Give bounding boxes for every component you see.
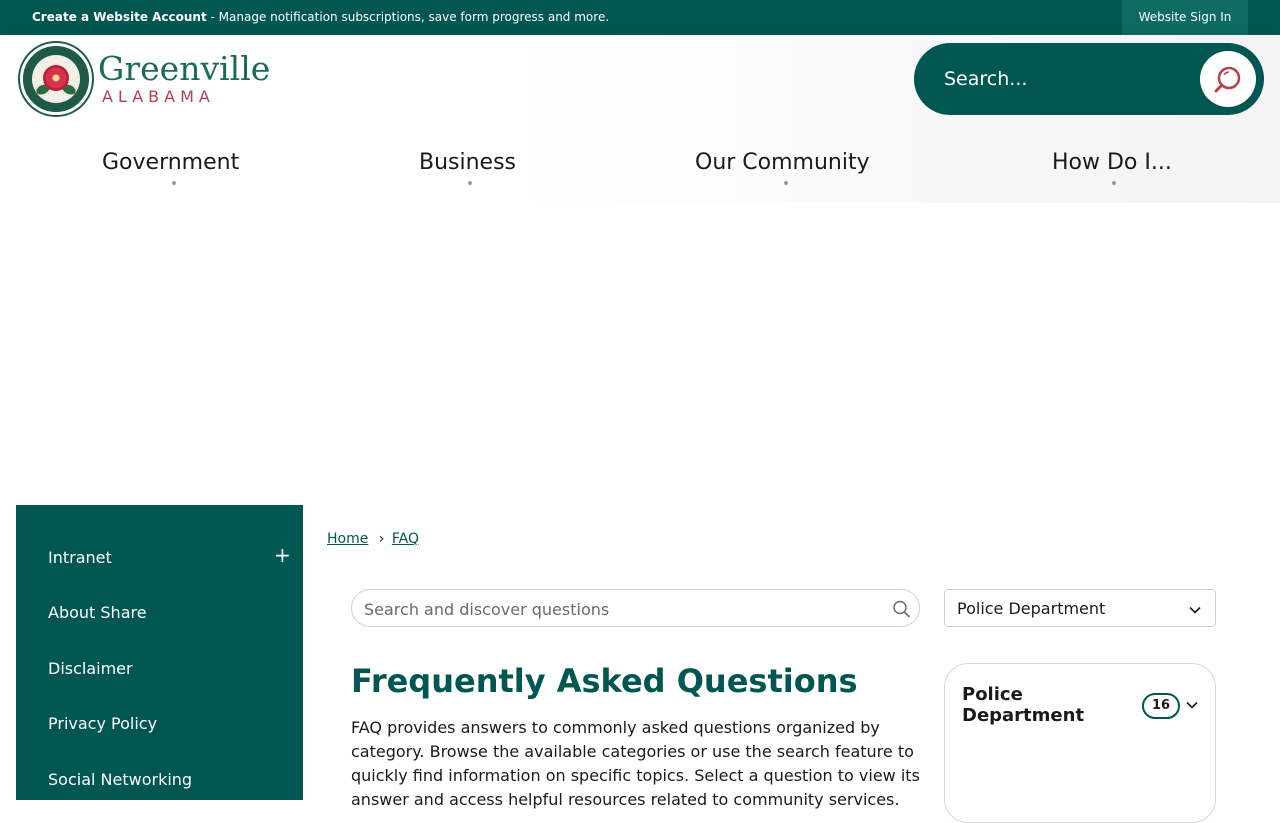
- search-icon[interactable]: [891, 599, 911, 619]
- nav-business-indicator: [468, 181, 472, 185]
- site-search: [914, 43, 1264, 115]
- website-sign-in-button[interactable]: Website Sign In: [1122, 0, 1248, 35]
- sidebar-item-intranet[interactable]: Intranet: [48, 548, 112, 567]
- nav-how-do-i-indicator: [1112, 181, 1116, 185]
- nav-how-do-i[interactable]: How Do I...: [1052, 150, 1172, 185]
- sidebar-item-about-share[interactable]: About Share: [48, 603, 147, 622]
- nav-business[interactable]: Business: [419, 150, 517, 185]
- faq-category-select[interactable]: Police Department: [944, 589, 1216, 627]
- faq-category-selected: Police Department: [957, 599, 1106, 618]
- breadcrumb: Home › FAQ: [327, 531, 419, 547]
- category-question-count-badge: 16: [1142, 693, 1180, 719]
- sidebar-item-disclaimer[interactable]: Disclaimer: [48, 659, 133, 678]
- site-search-input[interactable]: [944, 65, 1184, 93]
- category-card: Police Department 16: [944, 663, 1216, 823]
- logo-state-name[interactable]: ALABAMA: [102, 87, 215, 106]
- chevron-down-icon: [1189, 606, 1201, 614]
- sidebar-nav: Intranet + About Share Disclaimer Privac…: [16, 505, 303, 800]
- search-icon: [1214, 66, 1241, 93]
- chevron-down-icon[interactable]: [1185, 698, 1199, 712]
- nav-how-do-i-label: How Do I...: [1052, 150, 1172, 175]
- create-account-link[interactable]: Create a Website Account: [32, 10, 207, 24]
- nav-business-label: Business: [419, 150, 517, 175]
- logo-city-name[interactable]: Greenville: [98, 49, 270, 88]
- top-bar: Create a Website Account - Manage notifi…: [0, 0, 1280, 35]
- nav-government-label: Government: [102, 150, 240, 175]
- create-account-description: - Manage notification subscriptions, sav…: [206, 10, 610, 24]
- sidebar-item-privacy-policy[interactable]: Privacy Policy: [48, 714, 157, 733]
- nav-government-indicator: [172, 181, 176, 185]
- site-search-button[interactable]: [1200, 51, 1256, 107]
- nav-our-community-label: Our Community: [695, 150, 870, 175]
- category-card-title[interactable]: Police Department: [962, 684, 1112, 726]
- nav-our-community-indicator: [784, 181, 788, 185]
- page-description: FAQ provides answers to commonly asked q…: [351, 718, 920, 809]
- sidebar-item-social-networking[interactable]: Social Networking: [48, 770, 192, 789]
- nav-government[interactable]: Government: [102, 150, 240, 185]
- account-message: Create a Website Account - Manage notifi…: [32, 10, 609, 24]
- breadcrumb-separator: ›: [378, 531, 385, 547]
- camellia-flower-icon: [43, 65, 69, 91]
- seal-inner: [32, 55, 80, 103]
- city-seal-logo[interactable]: [20, 43, 92, 115]
- page-title: Frequently Asked Questions: [351, 662, 858, 700]
- site-header: Greenville ALABAMA Government Business O…: [0, 35, 1280, 203]
- faq-search: [351, 589, 920, 627]
- banner-area: [0, 203, 1280, 505]
- nav-our-community[interactable]: Our Community: [695, 150, 870, 185]
- expand-intranet-button[interactable]: +: [274, 543, 291, 567]
- breadcrumb-home-link[interactable]: Home: [327, 531, 368, 547]
- breadcrumb-faq-link[interactable]: FAQ: [392, 531, 419, 547]
- faq-search-input[interactable]: [364, 598, 884, 620]
